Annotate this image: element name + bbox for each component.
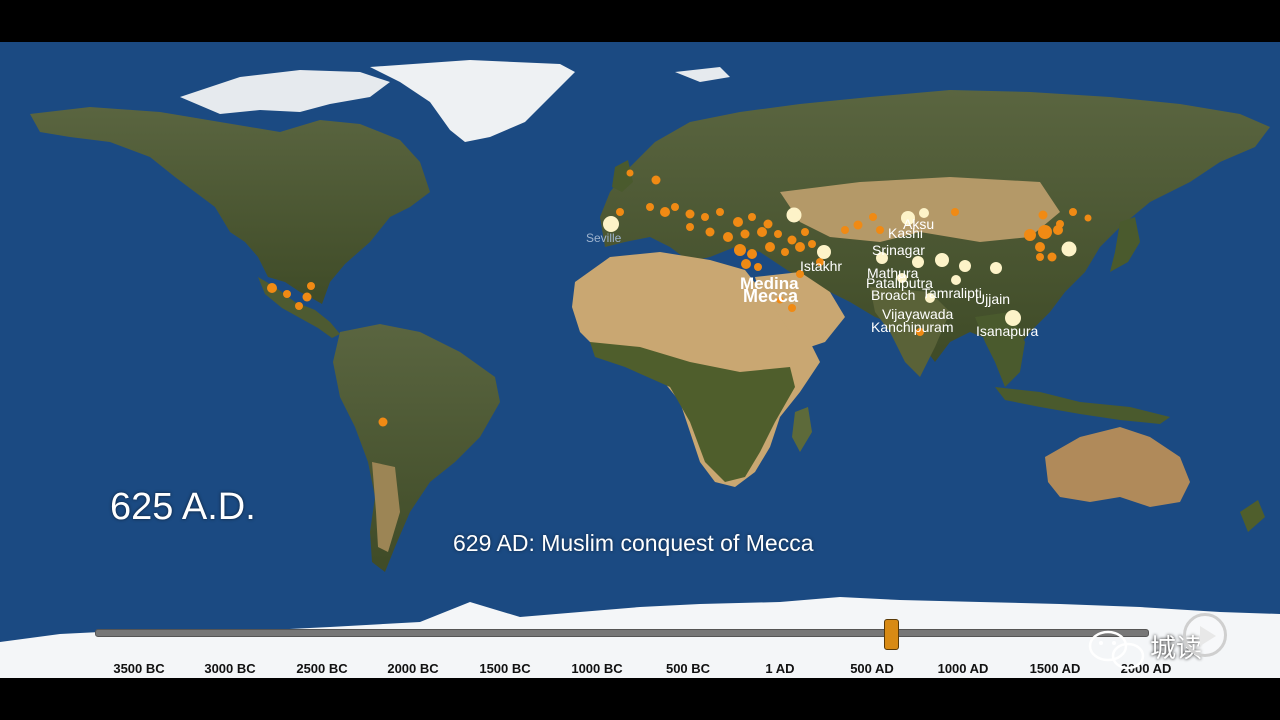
city-label-kanchipuram: Kanchipuram [871, 319, 954, 335]
world-map: Aksu Kashi Srinagar Istakhr Medina Mecca… [0, 42, 1280, 678]
city-label-istakhr: Istakhr [800, 258, 842, 274]
timeline-tick: 3000 BC [204, 661, 256, 676]
timeline-tick: 1000 AD [937, 661, 989, 676]
timeline-tick: 1000 BC [571, 661, 623, 676]
timeline-tick: 3500 BC [113, 661, 165, 676]
city-label-mecca: Mecca [743, 286, 799, 306]
play-icon [1200, 626, 1216, 646]
timeline-tick: 1500 BC [479, 661, 531, 676]
timeline-slider-track[interactable] [95, 629, 1149, 637]
timeline-tick: 2000 BC [387, 661, 439, 676]
city-label-isanapura: Isanapura [976, 323, 1038, 339]
city-label-broach: Broach [871, 287, 915, 303]
timeline-tick: 1500 AD [1029, 661, 1081, 676]
city-label-srinagar: Srinagar [872, 242, 925, 258]
timeline-tick: 500 BC [665, 661, 711, 676]
timeline-tick: 500 AD [850, 661, 894, 676]
current-year-label: 625 A.D. [110, 486, 256, 528]
city-label-tamralipti: Tamralipti [922, 285, 982, 301]
timeline-tick: 1 AD [765, 661, 795, 676]
timeline-slider-handle[interactable] [884, 619, 899, 650]
city-label-seville: Seville [586, 231, 622, 245]
timeline-tick: 2500 BC [296, 661, 348, 676]
event-caption: 629 AD: Muslim conquest of Mecca [453, 530, 814, 556]
city-label-ujjain: Ujjain [975, 291, 1010, 307]
play-button[interactable] [1183, 613, 1227, 657]
city-label-kashi: Kashi [888, 225, 923, 241]
